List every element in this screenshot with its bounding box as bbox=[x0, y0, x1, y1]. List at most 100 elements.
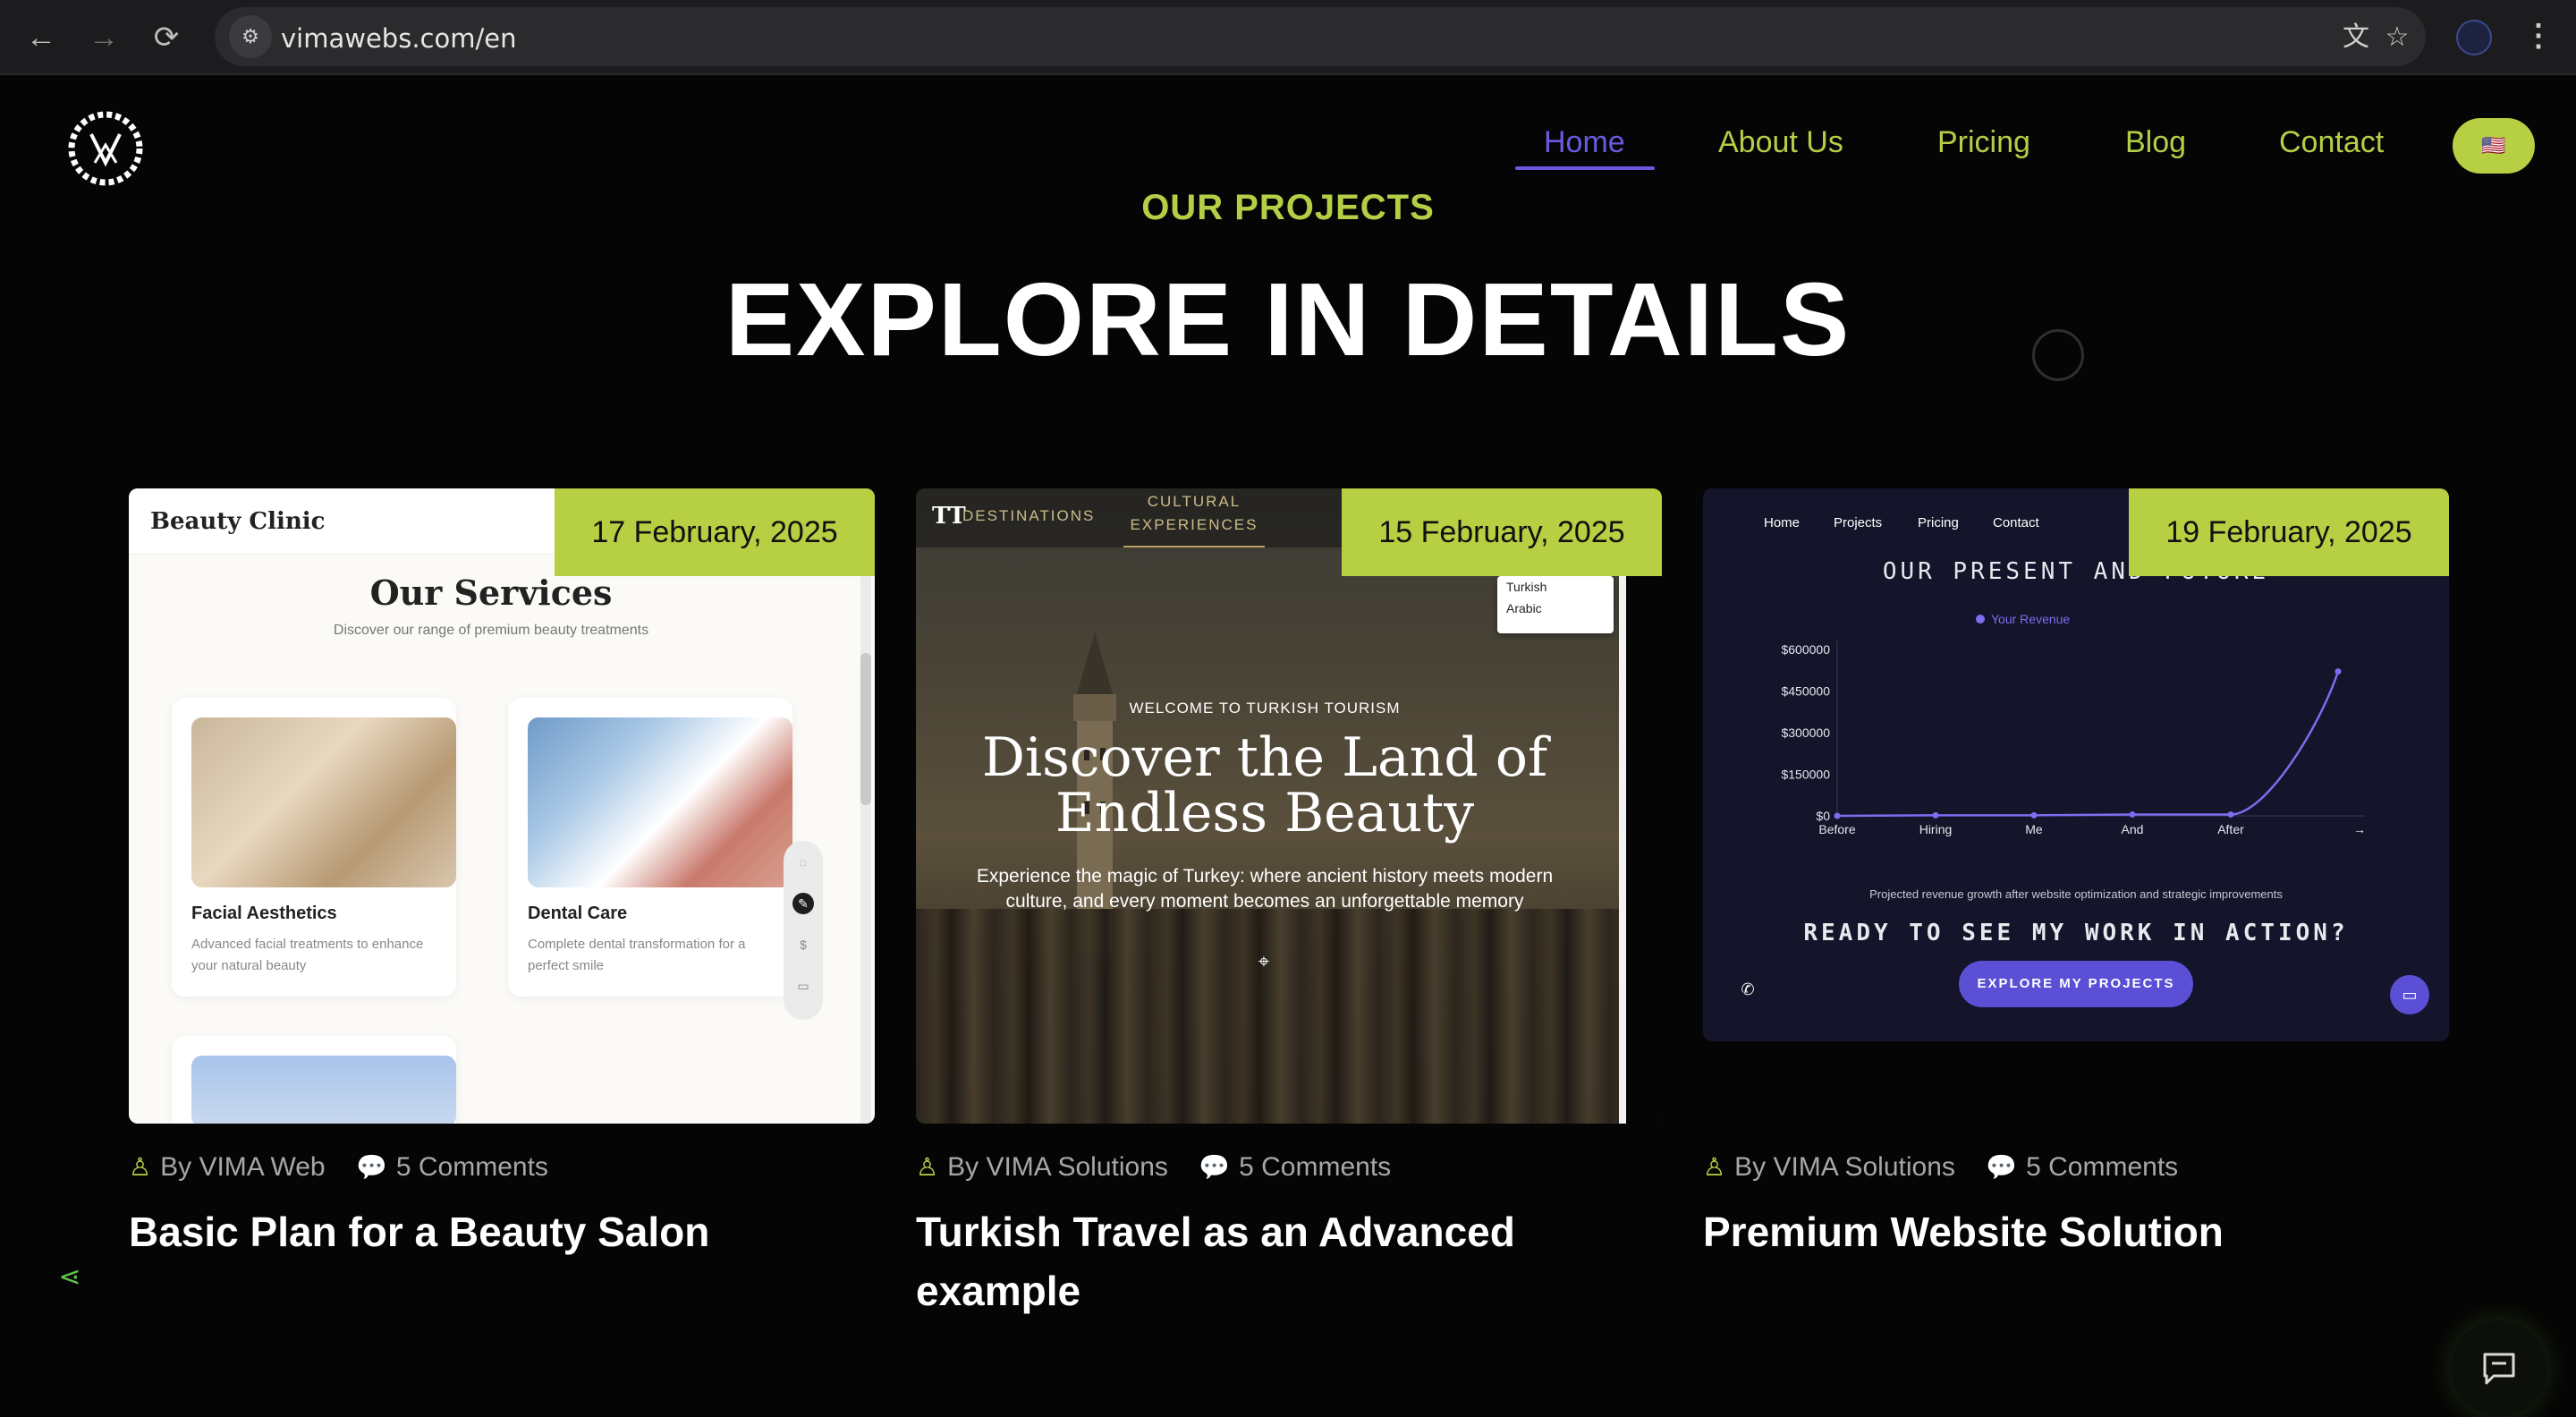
service-image bbox=[191, 1056, 456, 1124]
service-desc: Complete dental transformation for a per… bbox=[528, 937, 746, 973]
location-pin-icon: ⌖ bbox=[1258, 950, 1270, 972]
revenue-point bbox=[2227, 810, 2234, 818]
revenue-point bbox=[2129, 810, 2136, 818]
y-tick-label: $450000 bbox=[1781, 683, 1830, 698]
project-card[interactable]: TT DESTINATIONS CULTURAL EXPERIENCES Tur… bbox=[916, 488, 1662, 1314]
preview-nav-item: Home bbox=[1764, 515, 1801, 530]
city-skyline bbox=[916, 909, 1662, 1124]
x-tick-label: After bbox=[2217, 822, 2244, 836]
service-name: Facial Aesthetics bbox=[191, 904, 337, 923]
chat-button[interactable] bbox=[2451, 1320, 2547, 1417]
browser-menu-icon[interactable]: ⋮ bbox=[2522, 16, 2555, 55]
x-axis-arrow-icon: → bbox=[2353, 822, 2366, 836]
preview-nav-item: CULTURAL EXPERIENCES bbox=[1123, 488, 1265, 547]
language-switcher[interactable]: 🇺🇸 bbox=[2453, 118, 2535, 174]
project-card[interactable]: Home Projects Pricing Contact OUR PRESEN… bbox=[1703, 488, 2449, 1255]
preview-subheading: Discover our range of premium beauty tre… bbox=[333, 623, 649, 638]
preview-nav-item: DESTINATIONS bbox=[962, 507, 1096, 524]
card-comments[interactable]: 5 Comments bbox=[2026, 1152, 2178, 1182]
user-icon: ♙ bbox=[129, 1153, 152, 1181]
card-author[interactable]: By VIMA Solutions bbox=[947, 1152, 1168, 1182]
preview-toolbar: ◌ ✎ $ ▭ bbox=[784, 841, 823, 1020]
preview-nav-item: Projects bbox=[1834, 515, 1883, 530]
forward-arrow-icon[interactable]: → bbox=[84, 18, 123, 57]
section-eyebrow: OUR PROJECTS bbox=[1141, 188, 1435, 227]
y-tick-label: $0 bbox=[1816, 809, 1830, 823]
bookmark-star-icon[interactable]: ☆ bbox=[2381, 21, 2413, 54]
preview-brand: Beauty Clinic bbox=[150, 508, 326, 535]
page: Home About Us Pricing Blog Contact 🇺🇸 OU… bbox=[0, 77, 2576, 1417]
card-author[interactable]: By VIMA Web bbox=[160, 1152, 326, 1182]
facial-image bbox=[191, 717, 456, 887]
date-badge: 19 February, 2025 bbox=[2129, 488, 2449, 576]
nav-home[interactable]: Home bbox=[1544, 125, 1625, 160]
preview-logo: TT bbox=[932, 503, 966, 530]
user-icon: ♙ bbox=[1703, 1153, 1726, 1181]
date-badge: 17 February, 2025 bbox=[555, 488, 875, 576]
nav-pricing[interactable]: Pricing bbox=[1937, 125, 2030, 160]
preview-body: Experience the magic of Turkey: where an… bbox=[976, 866, 1554, 912]
translate-icon[interactable]: 文 bbox=[2340, 21, 2372, 54]
x-tick-label: Me bbox=[2025, 822, 2043, 836]
card-title[interactable]: Premium Website Solution bbox=[1703, 1202, 2449, 1261]
card-title[interactable]: Turkish Travel as an Advanced example bbox=[916, 1202, 1662, 1320]
card-meta: ♙ By VIMA Web 💬 5 Comments bbox=[129, 1152, 572, 1183]
whatsapp-icon: ✆ bbox=[1741, 980, 1755, 998]
card-comments[interactable]: 5 Comments bbox=[396, 1152, 548, 1182]
card-author[interactable]: By VIMA Solutions bbox=[1734, 1152, 1955, 1182]
comments-icon: 💬 bbox=[355, 1153, 387, 1181]
y-tick-label: $300000 bbox=[1781, 725, 1830, 740]
site-logo[interactable] bbox=[66, 109, 145, 188]
reload-icon[interactable]: ⟳ bbox=[147, 18, 186, 57]
revenue-series-line bbox=[1836, 671, 2340, 818]
nav-blog[interactable]: Blog bbox=[2125, 125, 2186, 160]
dollar-icon: $ bbox=[800, 938, 807, 952]
profile-avatar[interactable] bbox=[2456, 20, 2492, 55]
dental-image bbox=[528, 717, 792, 887]
service-card: Facial Aesthetics Advanced facial treatm… bbox=[172, 698, 456, 997]
user-icon: ♙ bbox=[916, 1153, 939, 1181]
language-option: Arabic bbox=[1506, 601, 1542, 615]
card-meta: ♙ By VIMA Solutions 💬 5 Comments bbox=[916, 1152, 1414, 1183]
project-thumbnail[interactable]: Beauty Clinic Our Services Discover our … bbox=[129, 488, 875, 1124]
comments-icon: 💬 bbox=[1986, 1153, 2018, 1181]
url-text[interactable]: vimawebs.com/en bbox=[281, 23, 516, 54]
x-tick-label: Before bbox=[1818, 822, 1855, 836]
preview-heading: Our Services bbox=[369, 573, 613, 613]
project-thumbnail[interactable]: Home Projects Pricing Contact OUR PRESEN… bbox=[1703, 488, 2449, 1041]
toolbar-icon: ◌ bbox=[799, 855, 808, 870]
chat-icon: ▭ bbox=[2390, 975, 2429, 1014]
address-bar[interactable]: ⚙ vimawebs.com/en 文 ☆ bbox=[215, 7, 2426, 66]
preview-nav-item: Contact bbox=[1993, 515, 2039, 530]
language-option: Turkish bbox=[1506, 580, 1547, 594]
share-icon[interactable]: ⋖ bbox=[54, 1261, 86, 1294]
y-tick-label: $600000 bbox=[1781, 642, 1830, 657]
revenue-chart: Your Revenue $0 $150000 $300000 $450000 $6000… bbox=[1781, 612, 2366, 836]
service-desc: Advanced facial treatments to enhance yo… bbox=[191, 937, 424, 973]
service-card: Dental Care Complete dental transformati… bbox=[508, 698, 792, 997]
card-title[interactable]: Basic Plan for a Beauty Salon bbox=[129, 1202, 875, 1261]
nav-contact[interactable]: Contact bbox=[2279, 125, 2384, 160]
nav-about-us[interactable]: About Us bbox=[1718, 125, 1843, 160]
chat-icon: ▭ bbox=[797, 979, 809, 993]
preview-scrollbar bbox=[860, 555, 871, 1124]
preview-scroll-thumb bbox=[860, 653, 871, 805]
nav-active-indicator bbox=[1515, 166, 1655, 170]
edit-icon: ✎ bbox=[792, 893, 814, 914]
card-comments[interactable]: 5 Comments bbox=[1239, 1152, 1391, 1182]
chart-caption: Projected revenue growth after website o… bbox=[1869, 887, 2283, 901]
preview-edge bbox=[1619, 488, 1626, 1124]
preview-kicker: WELCOME TO TURKISH TOURISM bbox=[1129, 700, 1401, 717]
preview-gap bbox=[1626, 488, 1662, 1124]
project-thumbnail[interactable]: TT DESTINATIONS CULTURAL EXPERIENCES Tur… bbox=[916, 488, 1662, 1124]
explore-projects-button: EXPLORE MY PROJECTS bbox=[1959, 961, 2193, 1007]
revenue-point bbox=[2030, 811, 2038, 819]
site-info-icon[interactable]: ⚙ bbox=[229, 15, 272, 58]
revenue-point bbox=[1834, 812, 1841, 819]
date-badge: 15 February, 2025 bbox=[1342, 488, 1662, 576]
revenue-point bbox=[1932, 811, 1939, 819]
x-tick-label: Hiring bbox=[1919, 822, 1953, 836]
back-arrow-icon[interactable]: ← bbox=[21, 18, 61, 57]
project-card[interactable]: Beauty Clinic Our Services Discover our … bbox=[129, 488, 875, 1255]
chat-bubble-icon bbox=[2483, 1353, 2515, 1385]
